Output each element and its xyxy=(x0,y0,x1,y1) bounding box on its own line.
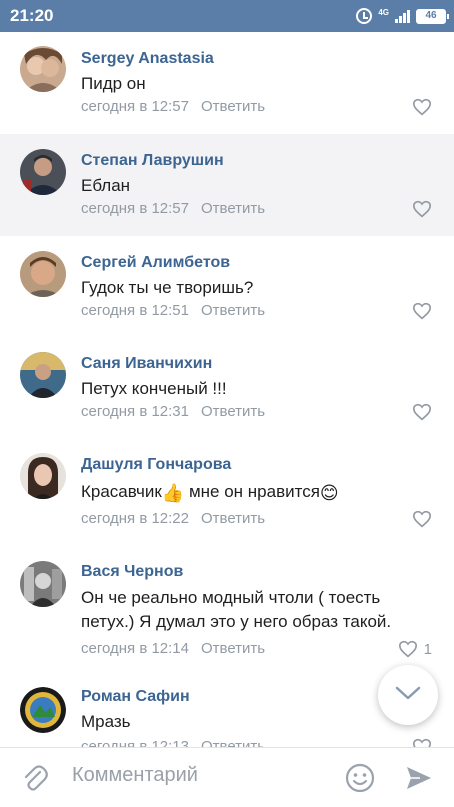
smile-emoji: 😊 xyxy=(319,483,339,503)
avatar[interactable] xyxy=(20,352,66,398)
comment-text: Гудок ты че творишь? xyxy=(81,278,254,297)
like-button[interactable]: 1 xyxy=(398,640,432,658)
comment-meta: сегодня в 12:51 Ответить xyxy=(81,302,265,319)
comment-author[interactable]: Вася Чернов xyxy=(81,563,183,581)
comment-item: Sergey Anastasia Пидр он сегодня в 12:57… xyxy=(0,32,454,134)
comment-meta: сегодня в 12:22 Ответить xyxy=(81,510,265,527)
reply-button[interactable]: Ответить xyxy=(201,738,265,747)
comment-time: сегодня в 12:14 xyxy=(81,640,189,657)
comment-meta: сегодня в 12:14 Ответить xyxy=(81,640,265,657)
comment-list[interactable]: Sergey Anastasia Пидр он сегодня в 12:57… xyxy=(0,32,454,747)
comment-author[interactable]: Сергей Алимбетов xyxy=(81,254,230,272)
thumbs-up-emoji: 👍 xyxy=(161,483,185,503)
avatar[interactable] xyxy=(20,561,66,607)
comment-item: Степан Лаврушин Еблан сегодня в 12:57 Отв… xyxy=(0,134,454,236)
comment-text: Красавчик👍 мне он нравится😊 xyxy=(81,480,441,505)
like-count: 1 xyxy=(423,640,432,658)
comment-text-part: Красавчик xyxy=(81,482,162,501)
reply-button[interactable]: Ответить xyxy=(201,403,265,420)
comment-item: Сергей Алимбетов Гудок ты че творишь? се… xyxy=(0,236,454,338)
avatar[interactable] xyxy=(20,453,66,499)
chevron-down-icon xyxy=(395,685,421,706)
comment-text: Петух конченый !!! xyxy=(81,379,227,398)
comment-item: Саня Иванчихин Петух конченый !!! сегодн… xyxy=(0,338,454,438)
comment-meta: сегодня в 12:57 Ответить xyxy=(81,200,265,217)
heart-icon xyxy=(412,403,432,421)
comment-text-part: мне он нравится xyxy=(184,482,320,501)
reply-button[interactable]: Ответить xyxy=(201,98,265,115)
comment-item: Дашуля Гончарова Красавчик👍 мне он нрави… xyxy=(0,438,454,546)
comment-author[interactable]: Степан Лаврушин xyxy=(81,152,224,170)
heart-icon xyxy=(398,640,418,658)
smiley-icon[interactable] xyxy=(344,762,376,799)
comment-input-bar xyxy=(0,747,454,807)
like-button[interactable] xyxy=(412,403,432,421)
paperclip-icon[interactable] xyxy=(22,764,48,797)
comment-time: сегодня в 12:57 xyxy=(81,200,189,217)
send-icon[interactable] xyxy=(404,764,434,797)
comment-time: сегодня в 12:57 xyxy=(81,98,189,115)
comment-author[interactable]: Sergey Anastasia xyxy=(81,50,214,68)
avatar[interactable] xyxy=(20,149,66,195)
heart-icon xyxy=(412,510,432,528)
like-button[interactable] xyxy=(412,200,432,218)
comment-time: сегодня в 12:51 xyxy=(81,302,189,319)
comment-text: Он че реально модный чтоли ( тоесть пету… xyxy=(81,588,392,631)
comment-meta: сегодня в 12:13 Ответить xyxy=(81,738,265,747)
comment-meta: сегодня в 12:57 Ответить xyxy=(81,98,265,115)
avatar[interactable] xyxy=(20,251,66,297)
status-time: 21:20 xyxy=(10,6,54,25)
status-icons: 4G 46 xyxy=(356,6,449,26)
like-button[interactable] xyxy=(412,98,432,116)
alarm-icon xyxy=(356,8,373,24)
like-button[interactable] xyxy=(412,302,432,320)
comment-time: сегодня в 12:22 xyxy=(81,510,189,527)
comment-time: сегодня в 12:13 xyxy=(81,738,189,747)
comment-author[interactable]: Роман Сафин xyxy=(81,688,190,706)
comment-author[interactable]: Саня Иванчихин xyxy=(81,355,212,373)
heart-icon xyxy=(412,302,432,320)
avatar[interactable] xyxy=(20,46,66,92)
comment-text: Еблан xyxy=(81,176,131,195)
reply-button[interactable]: Ответить xyxy=(201,640,265,657)
reply-button[interactable]: Ответить xyxy=(201,302,265,319)
like-button[interactable] xyxy=(412,510,432,528)
comment-meta: сегодня в 12:31 Ответить xyxy=(81,403,265,420)
reply-button[interactable]: Ответить xyxy=(201,200,265,217)
comment-input[interactable] xyxy=(72,764,332,787)
heart-icon xyxy=(412,200,432,218)
battery-icon: 46 xyxy=(416,8,449,24)
heart-icon xyxy=(412,738,432,747)
scroll-down-button[interactable] xyxy=(378,665,438,725)
like-button[interactable] xyxy=(412,738,432,747)
comment-author[interactable]: Дашуля Гончарова xyxy=(81,456,231,474)
status-bar: 21:20 4G 46 xyxy=(0,0,454,32)
reply-button[interactable]: Ответить xyxy=(201,510,265,527)
comment-item: Вася Чернов Он че реально модный чтоли (… xyxy=(0,546,454,676)
heart-icon xyxy=(412,98,432,116)
comment-time: сегодня в 12:31 xyxy=(81,403,189,420)
comment-text: Пидр он xyxy=(81,74,146,93)
avatar[interactable] xyxy=(20,687,66,733)
network-label: 4G xyxy=(378,8,389,17)
signal-icon xyxy=(395,9,410,23)
